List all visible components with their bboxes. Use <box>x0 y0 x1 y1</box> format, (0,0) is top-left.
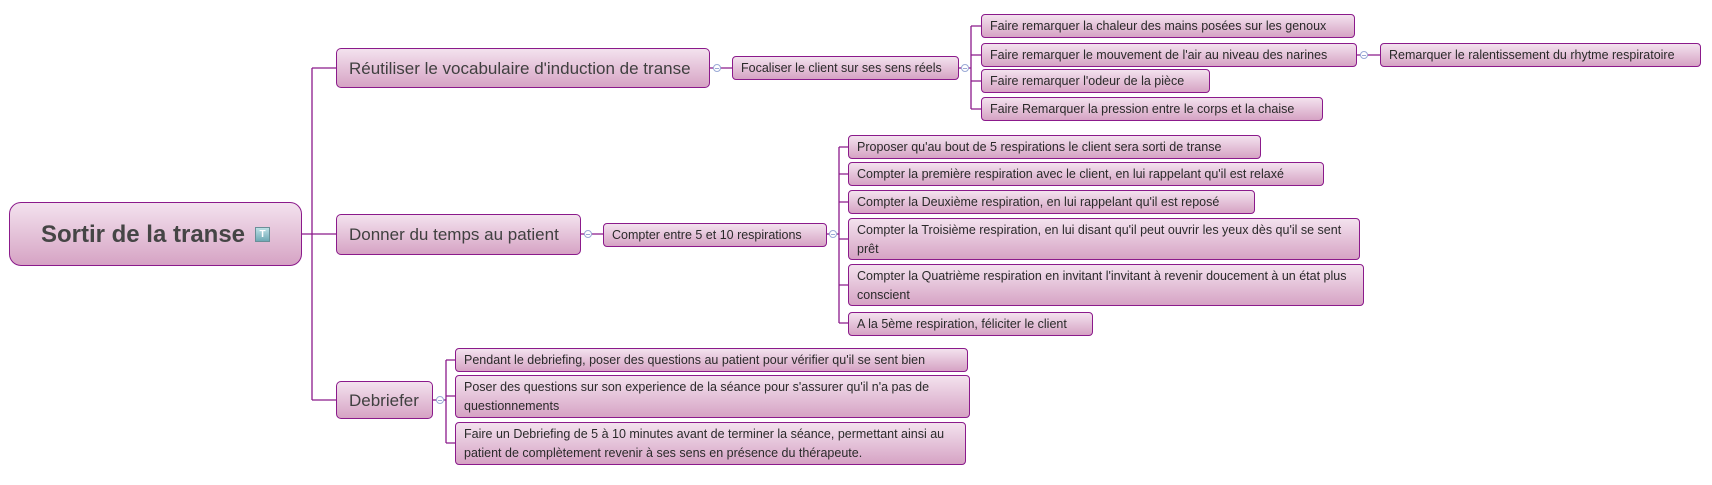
leaf-node[interactable]: A la 5ème respiration, féliciter le clie… <box>848 312 1093 336</box>
leaf-node[interactable]: Compter la première respiration avec le … <box>848 162 1324 186</box>
node-focaliser[interactable]: Focaliser le client sur ses sens réels <box>732 56 959 80</box>
leaf-node[interactable]: Poser des questions sur son experience d… <box>455 375 970 418</box>
leaf-node[interactable]: Compter la Quatrième respiration en invi… <box>848 264 1364 306</box>
leaf-node[interactable]: Faire remarquer l'odeur de la pièce <box>981 69 1210 93</box>
root-label: Sortir de la transe <box>40 220 246 248</box>
collapse-toggle[interactable] <box>1360 51 1368 59</box>
collapse-toggle[interactable] <box>829 230 837 238</box>
branch-label: Debriefer <box>349 390 419 410</box>
leaf-node[interactable]: Faire un Debriefing de 5 à 10 minutes av… <box>455 422 966 465</box>
text-note-icon[interactable]: T <box>255 226 271 242</box>
leaf-node[interactable]: Faire remarquer la chaleur des mains pos… <box>981 14 1355 38</box>
leaf-node[interactable]: Compter la Troisième respiration, en lui… <box>848 218 1360 260</box>
branch-debriefer[interactable]: Debriefer <box>336 381 433 419</box>
root-node[interactable]: Sortir de la transe T <box>9 202 302 266</box>
collapse-toggle[interactable] <box>584 230 592 238</box>
leaf-node[interactable]: Remarquer le ralentissement du rhytme re… <box>1380 43 1701 67</box>
branch-label: Réutiliser le vocabulaire d'induction de… <box>349 58 691 78</box>
connector-root <box>302 67 336 401</box>
collapse-toggle[interactable] <box>436 396 444 404</box>
branch-label: Donner du temps au patient <box>349 225 559 244</box>
collapse-toggle[interactable] <box>961 64 969 72</box>
node-compter[interactable]: Compter entre 5 et 10 respirations <box>603 223 827 247</box>
leaf-node[interactable]: Pendant le debriefing, poser des questio… <box>455 348 968 372</box>
collapse-toggle[interactable] <box>713 64 721 72</box>
branch-donner[interactable]: Donner du temps au patient <box>336 214 581 255</box>
leaf-node[interactable]: Faire remarquer le mouvement de l'air au… <box>981 43 1357 67</box>
leaf-node[interactable]: Proposer qu'au bout de 5 respirations le… <box>848 135 1261 159</box>
leaf-node[interactable]: Compter la Deuxième respiration, en lui … <box>848 190 1255 214</box>
leaf-node[interactable]: Faire Remarquer la pression entre le cor… <box>981 97 1323 121</box>
branch-reutiliser[interactable]: Réutiliser le vocabulaire d'induction de… <box>336 48 710 88</box>
